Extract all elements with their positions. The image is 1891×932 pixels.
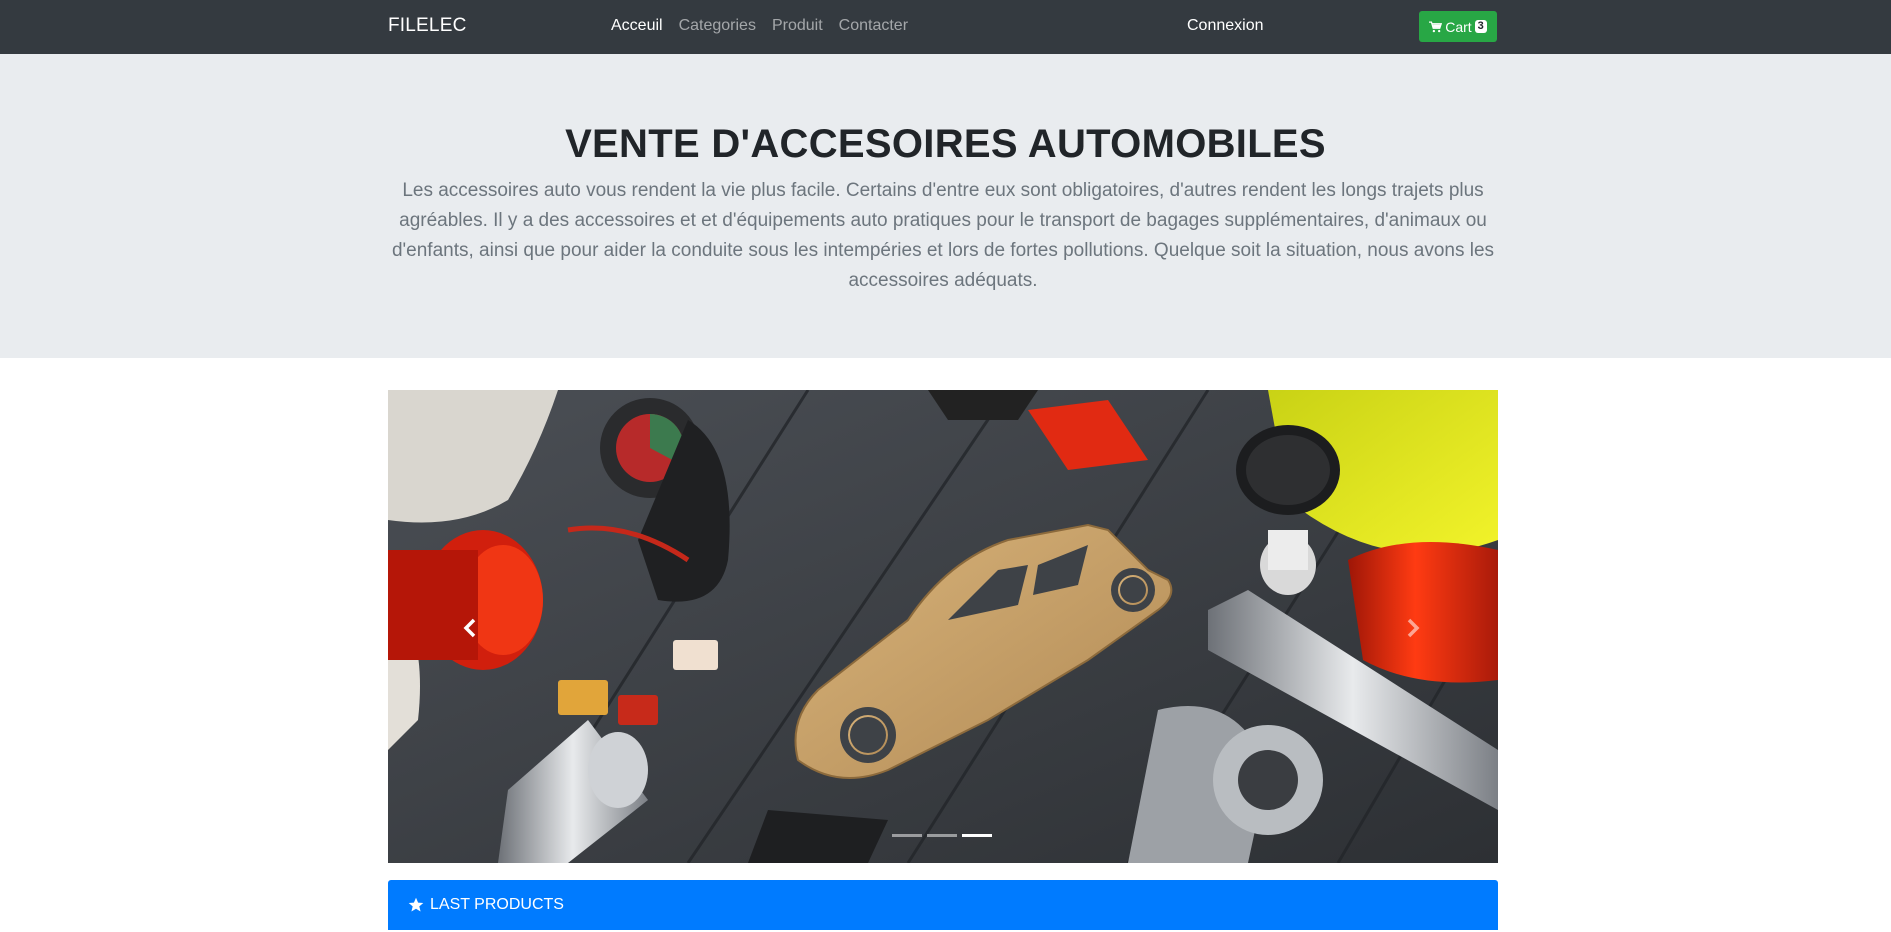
carousel-prev-button[interactable] [450, 610, 490, 646]
shopping-cart-icon [1429, 20, 1443, 32]
nav-link-produit[interactable]: Produit [772, 17, 823, 35]
nav-link-categories[interactable]: Categories [679, 17, 756, 35]
star-icon [408, 897, 424, 912]
nav-link-acceuil[interactable]: Acceuil [611, 17, 663, 35]
cart-label: Cart [1445, 18, 1472, 35]
carousel-next-button[interactable] [1393, 610, 1433, 646]
cart-count-badge: 3 [1474, 20, 1487, 33]
carousel-slide-image [388, 390, 1498, 863]
page-title: VENTE D'ACCESOIRES AUTOMOBILES [565, 122, 1326, 166]
hero-description: Les accessoires auto vous rendent la vie… [391, 180, 1495, 291]
brand-logo[interactable]: FILELEC [388, 15, 467, 37]
image-carousel[interactable] [388, 390, 1498, 863]
carousel-indicator-1[interactable] [892, 834, 922, 837]
chevron-right-icon [1407, 618, 1420, 638]
hero-jumbotron: VENTE D'ACCESOIRES AUTOMOBILES Les acces… [0, 54, 1891, 358]
main-nav: Acceuil Categories Produit Contacter [611, 17, 908, 35]
carousel-indicators [892, 834, 992, 837]
nav-link-contacter[interactable]: Contacter [839, 17, 908, 35]
chevron-left-icon [463, 618, 476, 638]
cart-button[interactable]: Cart 3 [1419, 11, 1497, 42]
top-navbar: FILELEC Acceuil Categories Produit Conta… [0, 0, 1891, 54]
carousel-indicator-3[interactable] [962, 834, 992, 837]
login-link[interactable]: Connexion [1187, 17, 1264, 35]
last-products-header: LAST PRODUCTS [388, 880, 1498, 930]
carousel-indicator-2[interactable] [927, 834, 957, 837]
last-products-title: LAST PRODUCTS [430, 896, 564, 913]
